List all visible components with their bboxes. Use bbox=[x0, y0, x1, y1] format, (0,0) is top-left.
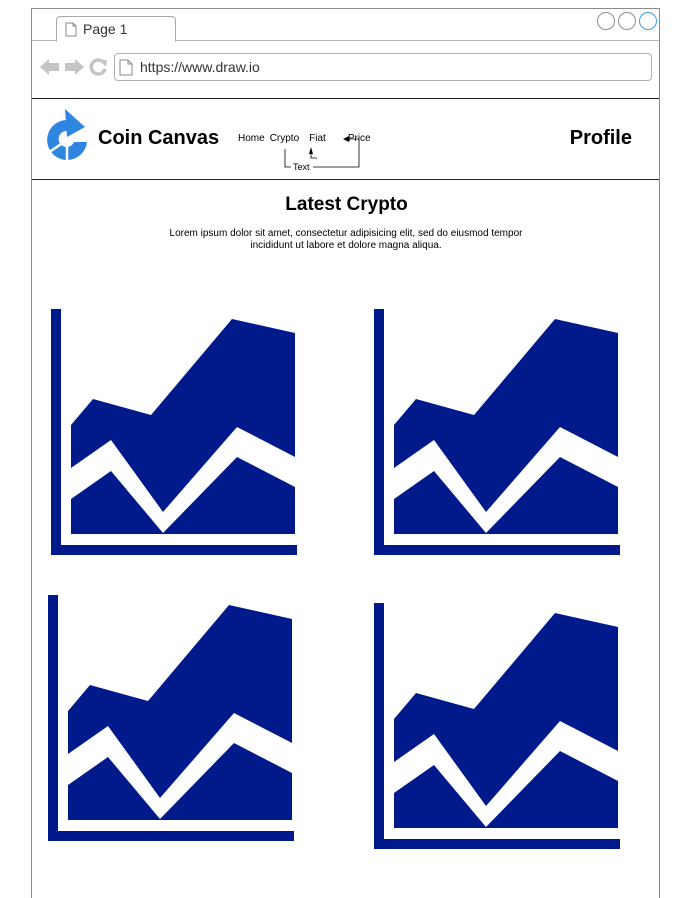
window-controls bbox=[597, 12, 657, 30]
page-icon bbox=[119, 59, 133, 75]
maximize-button[interactable] bbox=[618, 12, 636, 30]
page-description: Lorem ipsum dolor sit amet, consectetur … bbox=[169, 228, 523, 251]
site-header: Coin Canvas Home Crypto Fiat Price bbox=[32, 98, 659, 180]
minimize-button[interactable] bbox=[597, 12, 615, 30]
tab-strip: Page 1 bbox=[32, 9, 659, 42]
annotation-label: Text bbox=[293, 162, 310, 172]
forward-arrow-icon[interactable] bbox=[63, 57, 85, 77]
tab-label: Page 1 bbox=[83, 21, 128, 37]
page-icon bbox=[65, 22, 77, 36]
area-chart-icon bbox=[374, 309, 620, 555]
url-text: https://www.draw.io bbox=[140, 59, 260, 75]
profile-link[interactable]: Profile bbox=[570, 127, 632, 150]
area-chart-icon bbox=[374, 603, 620, 849]
back-arrow-icon[interactable] bbox=[39, 57, 61, 77]
refresh-icon[interactable] bbox=[88, 57, 108, 77]
menu-item-price[interactable]: Price bbox=[348, 133, 371, 144]
logo-icon[interactable] bbox=[40, 109, 94, 169]
main-menu: Home Crypto Fiat Price bbox=[238, 133, 376, 144]
brand-name: Coin Canvas bbox=[98, 127, 220, 149]
browser-window: Page 1 https://www.draw.io Coin Canvas H… bbox=[31, 8, 660, 898]
menu-item-home[interactable]: Home bbox=[238, 133, 265, 144]
close-button[interactable] bbox=[639, 12, 657, 30]
page-title: Latest Crypto bbox=[285, 194, 408, 215]
area-chart-icon bbox=[48, 595, 294, 841]
area-chart-icon bbox=[51, 309, 297, 555]
url-bar[interactable]: https://www.draw.io bbox=[114, 53, 652, 81]
menu-item-fiat[interactable]: Fiat bbox=[309, 133, 326, 144]
tab-page-1[interactable]: Page 1 bbox=[56, 16, 176, 42]
menu-item-crypto[interactable]: Crypto bbox=[270, 133, 299, 144]
